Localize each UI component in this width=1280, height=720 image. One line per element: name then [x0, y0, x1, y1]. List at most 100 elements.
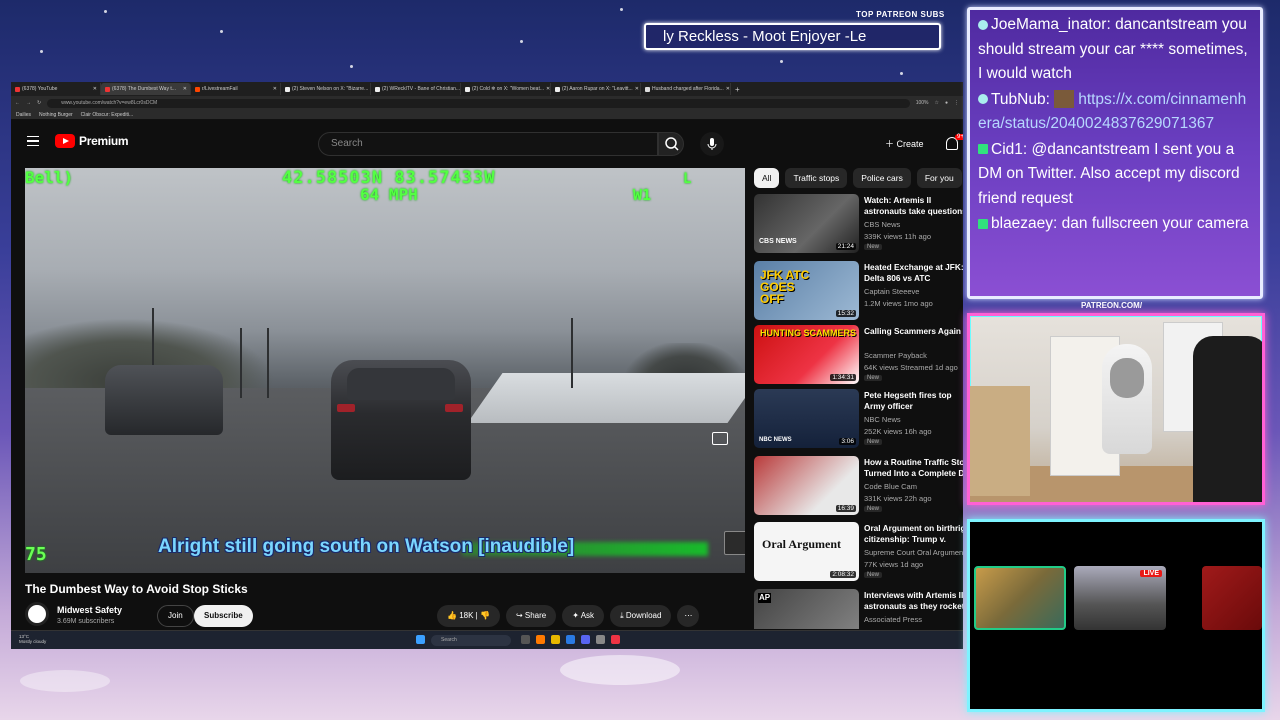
bookmark-item[interactable]: Dailies: [16, 112, 31, 118]
hamburger-menu-icon[interactable]: [27, 136, 39, 146]
youtube-logo[interactable]: Premium: [55, 134, 129, 148]
youtube-header: Premium Search ＋ Create 9+: [11, 122, 963, 166]
chip-all[interactable]: All: [754, 168, 780, 188]
ask-button[interactable]: ✦ Ask: [562, 605, 605, 627]
app-icon[interactable]: [566, 635, 575, 644]
close-icon[interactable]: ✕: [546, 86, 550, 92]
video-thumbnail[interactable]: Oral Argument 2:08:32: [754, 522, 859, 581]
streamer-preview[interactable]: [974, 566, 1066, 630]
browser-tab[interactable]: r/LivestreamFail ✕: [191, 83, 281, 95]
search-button[interactable]: [658, 132, 684, 156]
bookmark-item[interactable]: Nothing Burger: [39, 112, 73, 118]
recommended-meta: 339K views 11h ago: [864, 232, 931, 241]
app-icon[interactable]: [596, 635, 605, 644]
chip-police-cars[interactable]: Police cars: [853, 168, 911, 188]
app-icon[interactable]: [611, 635, 620, 644]
video-thumbnail[interactable]: NBC NEWS 3:06: [754, 389, 859, 448]
recommended-video[interactable]: 16:39 How a Routine Traffic Stop Turned …: [754, 456, 963, 518]
address-bar: ← → ↻ www.youtube.com/watch?v=ew8Lcr0sDC…: [11, 96, 963, 110]
voice-search-button[interactable]: [700, 132, 724, 156]
recommended-video[interactable]: CBS NEWS 21:24 Watch: Artemis II astrona…: [754, 194, 963, 256]
download-button[interactable]: ⤓ Download: [610, 605, 672, 627]
recommended-video[interactable]: AP Interviews with Artemis II astronauts…: [754, 589, 963, 629]
browser-tab[interactable]: (2) Steven Nelson on X: "Bizarre...✕: [281, 83, 371, 95]
stream-preview[interactable]: [1202, 566, 1262, 630]
recommended-meta: 252K views 16h ago: [864, 427, 932, 436]
video-thumbnail[interactable]: HUNTING SCAMMERS 1:34:31: [754, 325, 859, 384]
forward-icon[interactable]: →: [26, 100, 31, 106]
chat-message: blaezaey: dan fullscreen your camera: [978, 212, 1252, 237]
video-duration: 21:24: [835, 243, 856, 250]
new-badge: New: [864, 506, 883, 512]
close-icon[interactable]: ✕: [635, 86, 639, 92]
recommended-video[interactable]: NBC NEWS 3:06 Pete Hegseth fires top Arm…: [754, 389, 963, 451]
menu-icon[interactable]: ⋮: [954, 100, 959, 106]
star-icon[interactable]: ☆: [934, 100, 938, 106]
recommended-title: Oral Argument on birthright citizenship:…: [864, 523, 963, 544]
video-title: The Dumbest Way to Avoid Stop Sticks: [25, 582, 248, 596]
task-view-icon[interactable]: [521, 635, 530, 644]
profile-icon[interactable]: ●: [945, 100, 948, 106]
recommended-video[interactable]: HUNTING SCAMMERS 1:34:31 Calling Scammer…: [754, 325, 963, 387]
download-icon: ⤓: [620, 611, 624, 620]
join-button[interactable]: Join: [157, 605, 194, 627]
recommended-title: Watch: Artemis II astronauts take questi…: [864, 195, 963, 216]
browser-tab[interactable]: (2) WRecklTV - Bane of Christian...✕: [371, 83, 461, 95]
recommended-video[interactable]: JFK ATC GOES OFF 15:32 Heated Exchange a…: [754, 261, 963, 323]
url-field[interactable]: www.youtube.com/watch?v=ew8Lcr0sDCM: [47, 98, 910, 108]
create-button[interactable]: ＋ Create: [877, 132, 932, 156]
like-button[interactable]: 👍 18K | 👎: [437, 605, 500, 627]
share-button[interactable]: ↪ Share: [505, 605, 557, 627]
video-thumbnail[interactable]: 16:39: [754, 456, 859, 515]
channel-watermark-icon[interactable]: [724, 531, 745, 555]
close-icon[interactable]: ✕: [183, 86, 187, 92]
weather-widget[interactable]: 13°C Mostly cloudy: [19, 634, 46, 644]
new-tab-button[interactable]: +: [735, 85, 740, 94]
news-icon: [645, 86, 650, 92]
close-icon[interactable]: ✕: [273, 86, 277, 92]
back-icon[interactable]: ←: [15, 100, 20, 106]
browser-tab-active[interactable]: (6378) The Dumbest Way t... ✕: [101, 83, 191, 95]
channel-avatar[interactable]: [25, 602, 49, 626]
close-icon[interactable]: ✕: [726, 86, 730, 92]
video-frame-taillight: [445, 404, 463, 412]
thumbs-down-icon[interactable]: 👎: [480, 611, 490, 620]
windows-start-icon[interactable]: [416, 635, 425, 644]
video-frame-taillight: [337, 404, 355, 412]
close-icon[interactable]: ✕: [93, 86, 97, 92]
browser-tab[interactable]: (2) Cold ❄ on X: "Women beat... ✕: [461, 83, 551, 95]
reload-icon[interactable]: ↻: [37, 100, 41, 106]
chat-message: TubNub: https://x.com/cinnamenhera/statu…: [978, 88, 1252, 137]
firefox-icon[interactable]: [536, 635, 545, 644]
browser-tab[interactable]: Husband charged after Florida... ✕: [641, 83, 731, 95]
recommended-video[interactable]: Oral Argument 2:08:32 Oral Argument on b…: [754, 522, 963, 584]
top-patreon-subs-title: TOP PATREON SUBS: [856, 10, 945, 19]
x-icon: [465, 86, 470, 92]
chip-for-you[interactable]: For you: [916, 168, 962, 188]
miniplayer-icon[interactable]: [712, 432, 728, 445]
more-actions-button[interactable]: ⋯: [677, 605, 700, 627]
search-input[interactable]: Search: [318, 132, 658, 156]
folder-icon[interactable]: [551, 635, 560, 644]
video-thumbnail[interactable]: CBS NEWS 21:24: [754, 194, 859, 253]
zoom-level[interactable]: 100%: [916, 100, 929, 106]
live-stream-preview[interactable]: LIVE: [1074, 566, 1166, 630]
chat-username: TubNub: [991, 90, 1046, 108]
video-player[interactable]: Bell) 42.58503N 83.57433W 64 MPH L W1 75…: [25, 168, 745, 573]
bookmark-item[interactable]: Clair Obscur: Expediti...: [81, 112, 134, 118]
webcam-chair: [1193, 336, 1262, 502]
subscribe-button[interactable]: Subscribe: [194, 605, 253, 627]
dashcam-counter: 75: [25, 544, 47, 565]
video-thumbnail[interactable]: AP: [754, 589, 859, 629]
browser-tab[interactable]: (2) Aaron Rupar on X: "Leavitt... ✕: [551, 83, 641, 95]
channel-name[interactable]: Midwest Safety: [57, 605, 122, 615]
tab-label: (2) Aaron Rupar on X: "Leavitt...: [562, 86, 633, 92]
chat-badge-icon: [978, 218, 988, 229]
chip-traffic-stops[interactable]: Traffic stops: [785, 168, 848, 188]
recommended-channel: Code Blue Cam: [864, 482, 917, 491]
browser-tab[interactable]: (6378) YouTube ✕: [11, 83, 101, 95]
video-thumbnail[interactable]: JFK ATC GOES OFF 15:32: [754, 261, 859, 320]
discord-icon[interactable]: [581, 635, 590, 644]
recommended-title: Interviews with Artemis II astronauts as…: [864, 590, 963, 611]
taskbar-search[interactable]: Search: [431, 635, 511, 646]
